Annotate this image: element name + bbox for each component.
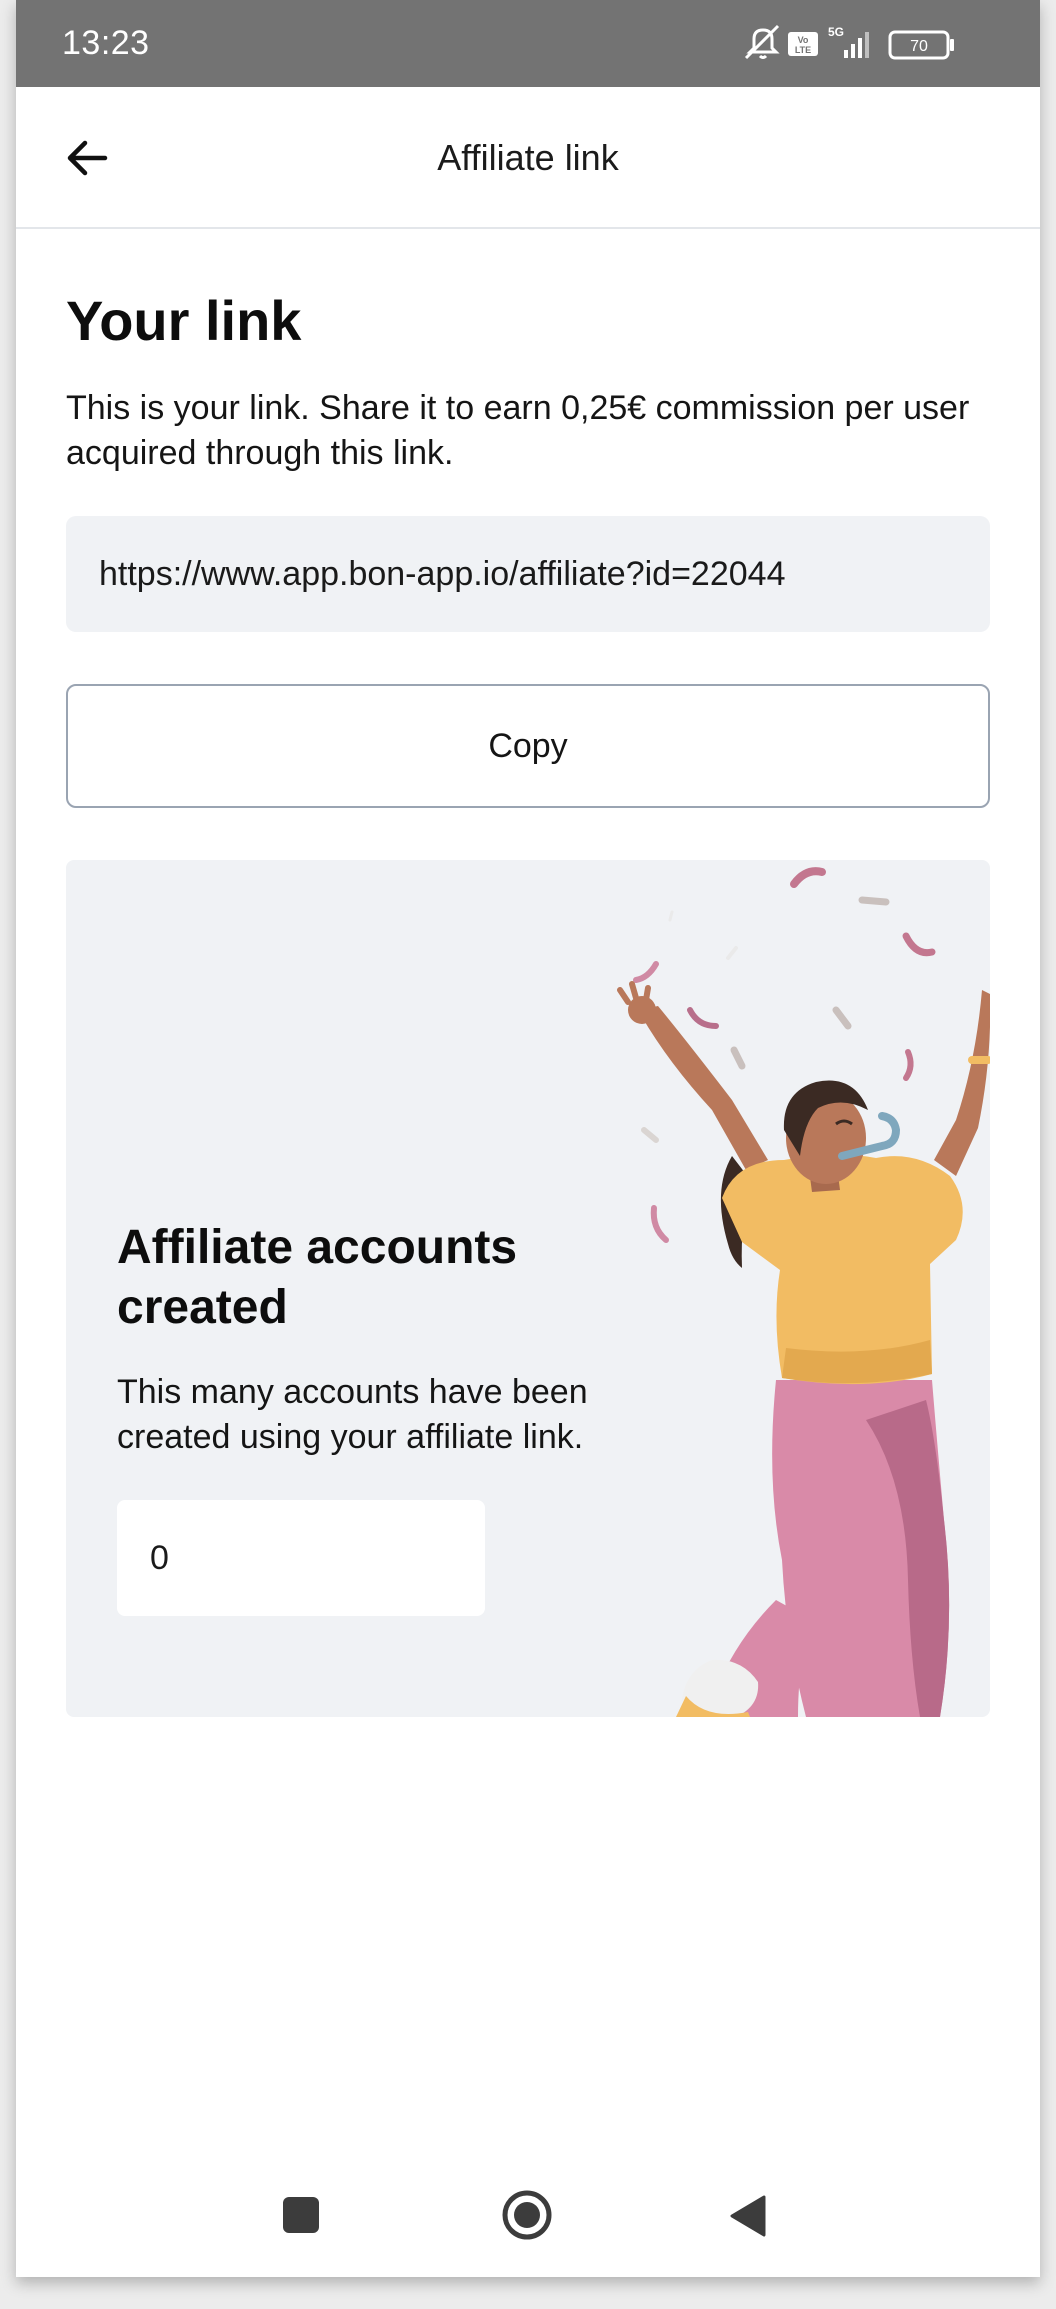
status-time: 13:23 bbox=[62, 24, 150, 62]
triangle-back-icon bbox=[730, 2195, 766, 2237]
home-circle-icon bbox=[502, 2190, 552, 2240]
affiliate-link-field[interactable]: https://www.app.bon-app.io/affiliate?id=… bbox=[66, 516, 990, 632]
back-nav-button[interactable] bbox=[728, 2194, 768, 2243]
battery-icon: 70 bbox=[888, 30, 954, 60]
app-bar: Affiliate link bbox=[16, 87, 1040, 229]
your-link-description: This is your link. Share it to earn 0,25… bbox=[66, 389, 970, 472]
svg-text:Vo: Vo bbox=[798, 35, 809, 45]
recent-apps-button[interactable] bbox=[282, 2196, 320, 2239]
affiliate-accounts-description: This many accounts have been created usi… bbox=[117, 1373, 588, 1456]
svg-text:70: 70 bbox=[910, 38, 928, 55]
celebrating-woman-illustration bbox=[617, 867, 990, 1717]
mute-icon bbox=[744, 24, 780, 60]
page-title: Affiliate link bbox=[437, 137, 619, 178]
volte-icon: Vo LTE bbox=[788, 32, 818, 56]
status-bar: 13:23 Vo LTE 5G 70 bbox=[16, 0, 1040, 87]
signal-icon: 5G bbox=[828, 25, 869, 58]
svg-text:5G: 5G bbox=[828, 25, 844, 39]
system-nav-bar bbox=[16, 2150, 1040, 2277]
copy-button[interactable]: Copy bbox=[66, 684, 990, 808]
home-button[interactable] bbox=[500, 2188, 554, 2247]
affiliate-accounts-heading: Affiliate accounts created bbox=[117, 1221, 518, 1334]
phone-screen: 13:23 Vo LTE 5G 70 Affiliate link Your l… bbox=[16, 0, 1040, 2277]
status-icons: Vo LTE 5G 70 bbox=[740, 22, 980, 66]
affiliate-stats-card: Affiliate accounts created This many acc… bbox=[66, 860, 990, 1717]
your-link-heading: Your link bbox=[66, 289, 302, 352]
svg-text:LTE: LTE bbox=[795, 45, 811, 55]
square-icon bbox=[283, 2197, 319, 2233]
accounts-count-field: 0 bbox=[117, 1500, 485, 1616]
